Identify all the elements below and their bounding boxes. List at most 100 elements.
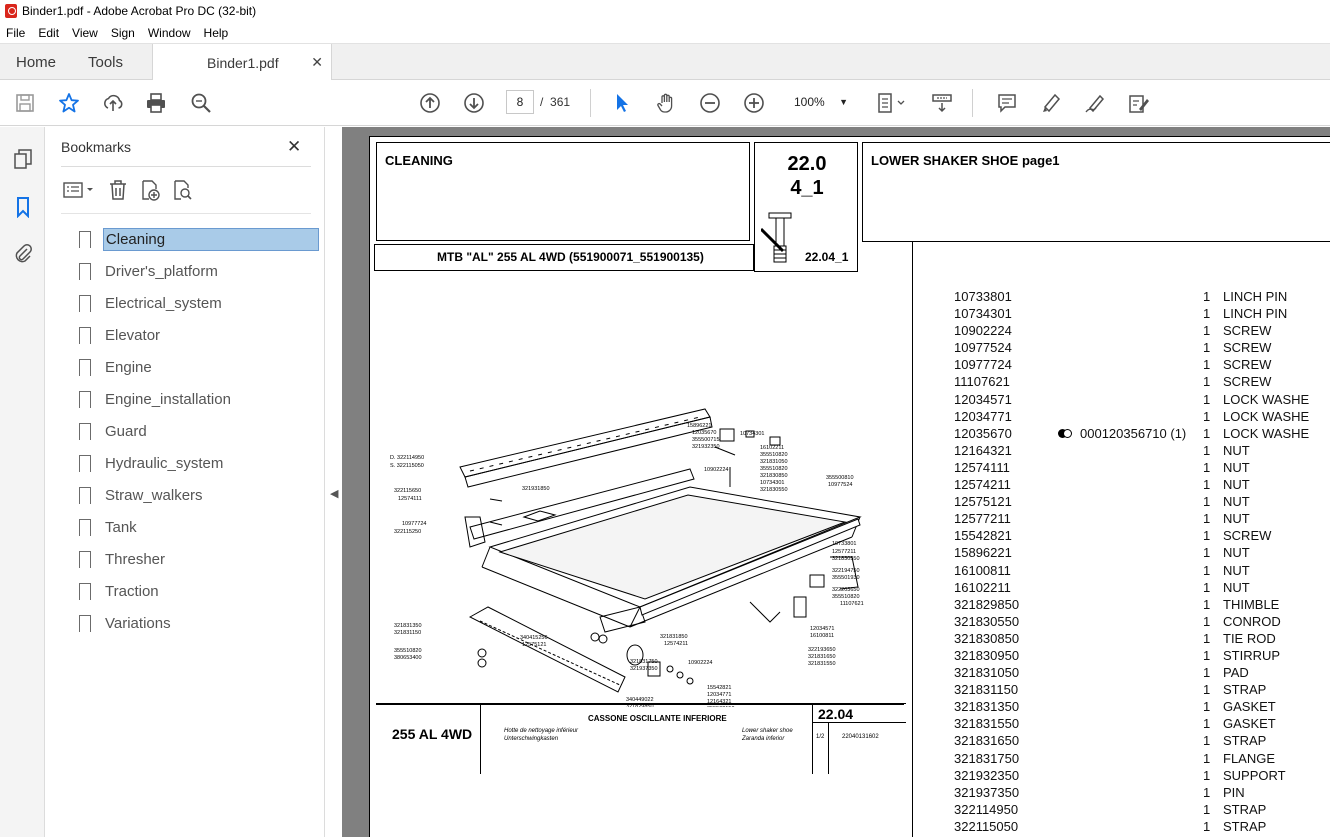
part-description: GASKET: [1223, 699, 1276, 715]
part-description: TIE ROD: [1223, 630, 1276, 646]
drawing-callout-label: 321831050: [760, 459, 788, 465]
select-arrow-icon[interactable]: [610, 91, 634, 115]
bookmark-item-tank[interactable]: Tank: [73, 511, 319, 543]
page-number-input[interactable]: 8: [506, 90, 534, 114]
drawing-callout-label: 12575121: [522, 642, 546, 648]
collapse-panel-icon[interactable]: ◀: [330, 487, 338, 500]
drawing-callout-label: 11107621: [840, 601, 864, 607]
scroll-mode-icon[interactable]: [930, 91, 954, 115]
zoom-level-select[interactable]: 100% ▼: [786, 90, 854, 114]
bookmarks-panel-icon[interactable]: [11, 195, 35, 219]
part-description: NUT: [1223, 545, 1250, 561]
document-view[interactable]: CLEANING MTB "AL" 255 AL 4WD (551900071_…: [342, 127, 1330, 837]
group-title: CLEANING: [385, 153, 453, 168]
share-upload-icon[interactable]: [101, 91, 125, 115]
part-qty: 1: [1203, 699, 1211, 715]
find-bookmark-icon[interactable]: [169, 178, 195, 202]
comment-icon[interactable]: [995, 91, 1019, 115]
part-qty: 1: [1203, 665, 1211, 681]
search-zoom-icon[interactable]: [189, 91, 213, 115]
bookmark-options-button[interactable]: [61, 178, 99, 202]
part-description: LINCH PIN: [1223, 306, 1288, 322]
part-description: SCREW: [1223, 340, 1272, 356]
drawing-callout-label: 322193650: [808, 647, 836, 653]
parts-row: 322115050 1 STRAP: [954, 819, 1330, 836]
bookmark-item-hydraulic-system[interactable]: Hydraulic_system: [73, 447, 319, 479]
page-thumbnails-icon[interactable]: [11, 147, 35, 171]
menu-help[interactable]: Help: [204, 26, 229, 40]
bookmark-item-cleaning[interactable]: Cleaning: [73, 223, 319, 255]
menu-window[interactable]: Window: [148, 26, 191, 40]
part-qty: 1: [1203, 306, 1211, 322]
part-description: SUPPORT: [1223, 767, 1286, 783]
parts-row: 15896221 1 NUT: [954, 545, 1330, 562]
highlight-pen-icon[interactable]: [1039, 91, 1063, 115]
bookmark-item-traction[interactable]: Traction: [73, 575, 319, 607]
toolbar-divider: [972, 89, 973, 117]
tab-bar: Home Tools Binder1.pdf ✕: [0, 43, 1330, 81]
parts-row: 321830950 1 STIRRUP: [954, 648, 1330, 665]
bookmark-item-electrical-system[interactable]: Electrical_system: [73, 287, 319, 319]
tab-tools[interactable]: Tools: [88, 44, 123, 81]
bookmark-item-guard[interactable]: Guard: [73, 415, 319, 447]
part-description: CONROD: [1223, 613, 1281, 629]
bookmark-item-engine[interactable]: Engine: [73, 351, 319, 383]
bookmark-icon: [79, 486, 91, 504]
menu-file[interactable]: File: [6, 26, 25, 40]
part-qty: 1: [1203, 323, 1211, 339]
save-icon[interactable]: [13, 91, 37, 115]
draw-icon[interactable]: [1083, 91, 1107, 115]
tab-home[interactable]: Home: [16, 44, 56, 81]
bookmark-item-variations[interactable]: Variations: [73, 607, 319, 639]
close-tab-icon[interactable]: ✕: [311, 54, 323, 71]
fit-page-icon[interactable]: [875, 91, 909, 115]
part-qty: 1: [1203, 579, 1211, 595]
part-description: LOCK WASHE: [1223, 408, 1310, 424]
menu-sign[interactable]: Sign: [111, 26, 135, 40]
bookmark-icon: [79, 390, 91, 408]
part-description: SCREW: [1223, 357, 1272, 373]
close-panel-icon[interactable]: ✕: [287, 137, 301, 157]
attachments-icon[interactable]: [11, 241, 35, 265]
caption-es: Zaranda inferior: [742, 736, 785, 742]
bookmark-label: Guard: [105, 422, 147, 440]
part-code: 321831750: [954, 750, 1020, 766]
part-qty: 1: [1203, 682, 1211, 698]
new-bookmark-icon[interactable]: [137, 178, 163, 202]
delete-bookmark-icon[interactable]: [105, 178, 131, 202]
bookmark-list: Cleaning Driver's_platform Electrical_sy…: [73, 223, 319, 639]
drawing-callout-label: 321937350: [630, 666, 658, 672]
drawing-callout-label: 322115250: [394, 529, 421, 535]
pdf-page: CLEANING MTB "AL" 255 AL 4WD (551900071_…: [369, 136, 1330, 837]
part-qty: 1: [1203, 613, 1211, 629]
drawing-callout-label: 380653400: [394, 655, 422, 661]
page-up-icon[interactable]: [418, 91, 442, 115]
part-code: 321831050: [954, 665, 1020, 681]
caption-title: CASSONE OSCILLANTE INFERIORE: [588, 714, 727, 723]
drawing-callout-label: 355510820: [760, 452, 788, 458]
menu-edit[interactable]: Edit: [38, 26, 59, 40]
bookmark-item-elevator[interactable]: Elevator: [73, 319, 319, 351]
edit-sign-icon[interactable]: [1127, 91, 1151, 115]
menu-view[interactable]: View: [72, 26, 98, 40]
tab-document[interactable]: Binder1.pdf ✕: [152, 44, 332, 81]
part-qty: 1: [1203, 733, 1211, 749]
bookmark-star-icon[interactable]: [57, 91, 81, 115]
drawing-callout-label: 10734301: [760, 480, 784, 486]
bookmark-item-thresher[interactable]: Thresher: [73, 543, 319, 575]
bookmark-item-drivers-platform[interactable]: Driver's_platform: [73, 255, 319, 287]
parts-row: 15542821 1 SCREW: [954, 528, 1330, 545]
part-qty: 1: [1203, 408, 1211, 424]
zoom-in-icon[interactable]: [742, 91, 766, 115]
hand-icon[interactable]: [654, 91, 678, 115]
bookmark-item-engine-installation[interactable]: Engine_installation: [73, 383, 319, 415]
tab-document-label: Binder1.pdf: [207, 54, 279, 71]
part-qty: 1: [1203, 545, 1211, 561]
bookmark-item-straw-walkers[interactable]: Straw_walkers: [73, 479, 319, 511]
part-qty: 1: [1203, 477, 1211, 493]
part-qty: 1: [1203, 784, 1211, 800]
page-down-icon[interactable]: [462, 91, 486, 115]
print-icon[interactable]: [144, 91, 168, 115]
drawing-callout-label: 12574111: [398, 496, 422, 502]
zoom-out-icon[interactable]: [698, 91, 722, 115]
